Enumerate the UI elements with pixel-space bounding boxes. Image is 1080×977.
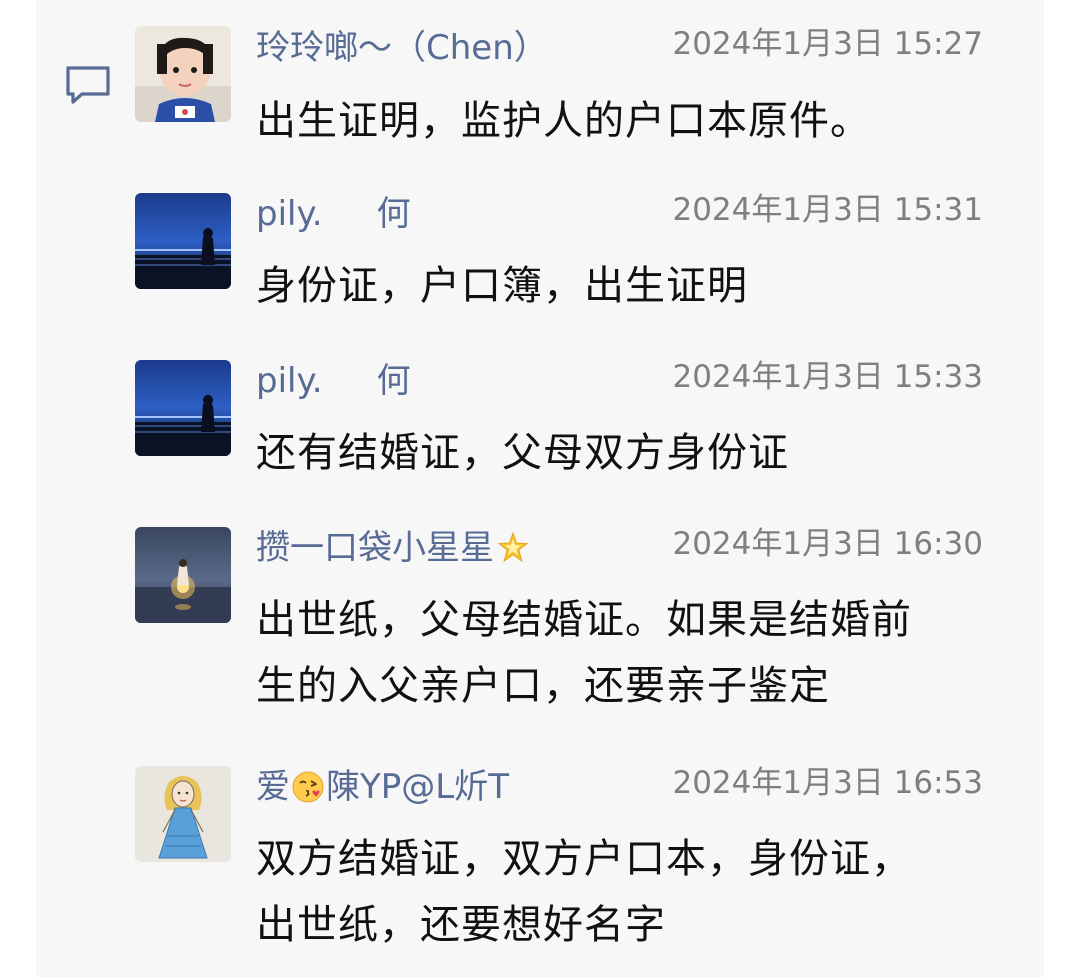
avatar[interactable]: [135, 193, 231, 289]
comment-text: 身份证，户口簿，出生证明: [256, 263, 748, 309]
avatar[interactable]: [135, 360, 231, 456]
comment-text-line: 出世纸，父母结婚证。如果是结婚前: [256, 597, 912, 643]
commenter-name[interactable]: pily. 何: [256, 194, 411, 234]
commenter-name[interactable]: 玲玲啷～（Chen）: [256, 28, 548, 68]
commenter-name[interactable]: pily. 何: [256, 361, 411, 401]
comment-text-line: 出世纸，还要想好名字: [256, 902, 666, 948]
comment-text: 双方结婚证，双方户口本，身份证， 出世纸，还要想好名字: [256, 830, 996, 954]
sparkle-star-icon: [497, 531, 529, 563]
avatar[interactable]: [135, 26, 231, 122]
comment-text-line: 双方结婚证，双方户口本，身份证，: [256, 836, 912, 882]
kissing-face-icon: [292, 771, 324, 803]
commenter-name-text[interactable]: 攒一口袋小星星: [256, 528, 494, 568]
comment-text: 出生证明，监护人的户口本原件。: [256, 98, 871, 144]
commenter-name-suffix[interactable]: 陳YP@L炘T: [326, 767, 509, 807]
commenter-name-prefix[interactable]: 爱: [256, 767, 290, 807]
comment-text: 出世纸，父母结婚证。如果是结婚前 生的入父亲户口，还要亲子鉴定: [256, 591, 996, 715]
commenter-name[interactable]: 爱 陳YP@L炘T: [256, 767, 509, 807]
comment-time: 2024年1月3日 15:27: [672, 26, 983, 62]
comment-time: 2024年1月3日 16:30: [672, 526, 983, 562]
comment-time: 2024年1月3日 16:53: [672, 765, 983, 801]
comment-text-line: 生的入父亲户口，还要亲子鉴定: [256, 663, 830, 709]
avatar[interactable]: [135, 527, 231, 623]
comment-icon[interactable]: [64, 64, 112, 106]
comment-time: 2024年1月3日 15:33: [672, 359, 983, 395]
avatar[interactable]: [135, 766, 231, 862]
comment-text: 还有结婚证，父母双方身份证: [256, 430, 789, 476]
comment-time: 2024年1月3日 15:31: [672, 192, 983, 228]
commenter-name[interactable]: 攒一口袋小星星: [256, 528, 530, 568]
